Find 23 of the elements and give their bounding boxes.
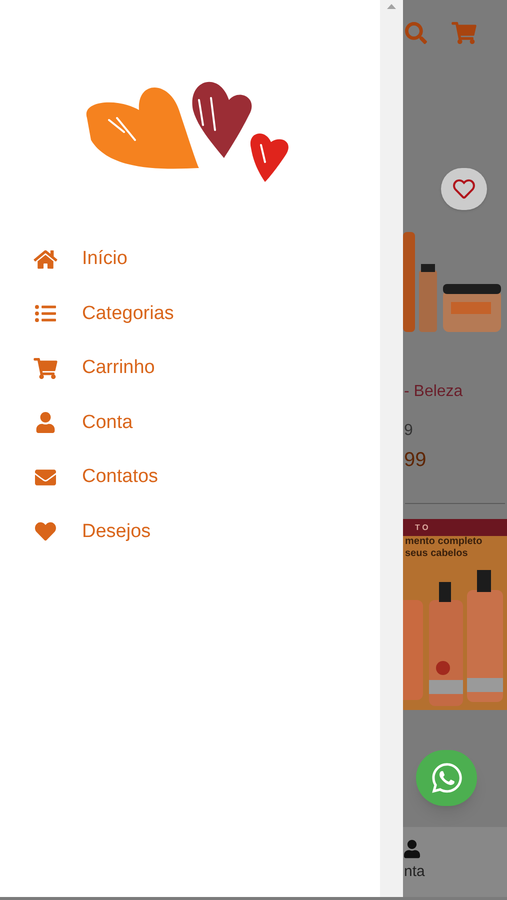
scroll-up-icon <box>387 4 396 9</box>
product-title: - Beleza <box>403 382 464 402</box>
list-icon <box>33 303 58 324</box>
account-tab[interactable]: nta <box>403 839 507 884</box>
old-price: 9 <box>403 421 414 441</box>
menu-item[interactable]: Contatos <box>0 450 380 504</box>
heart-icon <box>33 521 58 542</box>
menu-item[interactable]: Desejos <box>0 504 380 559</box>
menu-item[interactable]: Conta <box>0 396 380 450</box>
heart-icon <box>452 178 476 200</box>
product-price: 99 <box>403 448 428 473</box>
menu-item[interactable]: Carrinho <box>0 341 380 396</box>
banner-text: mento completo <box>404 536 484 548</box>
home-icon <box>33 248 58 270</box>
whatsapp-icon <box>430 761 464 795</box>
banner-text: seus cabelos <box>404 548 469 560</box>
cart-icon <box>33 358 58 379</box>
person-icon <box>404 839 420 859</box>
menu-item[interactable]: Categorias <box>0 286 380 341</box>
envelope-icon <box>33 466 58 488</box>
favorite-button[interactable] <box>441 168 487 210</box>
menu-item[interactable]: Início <box>0 232 380 286</box>
banner-tag: T O <box>415 522 428 534</box>
